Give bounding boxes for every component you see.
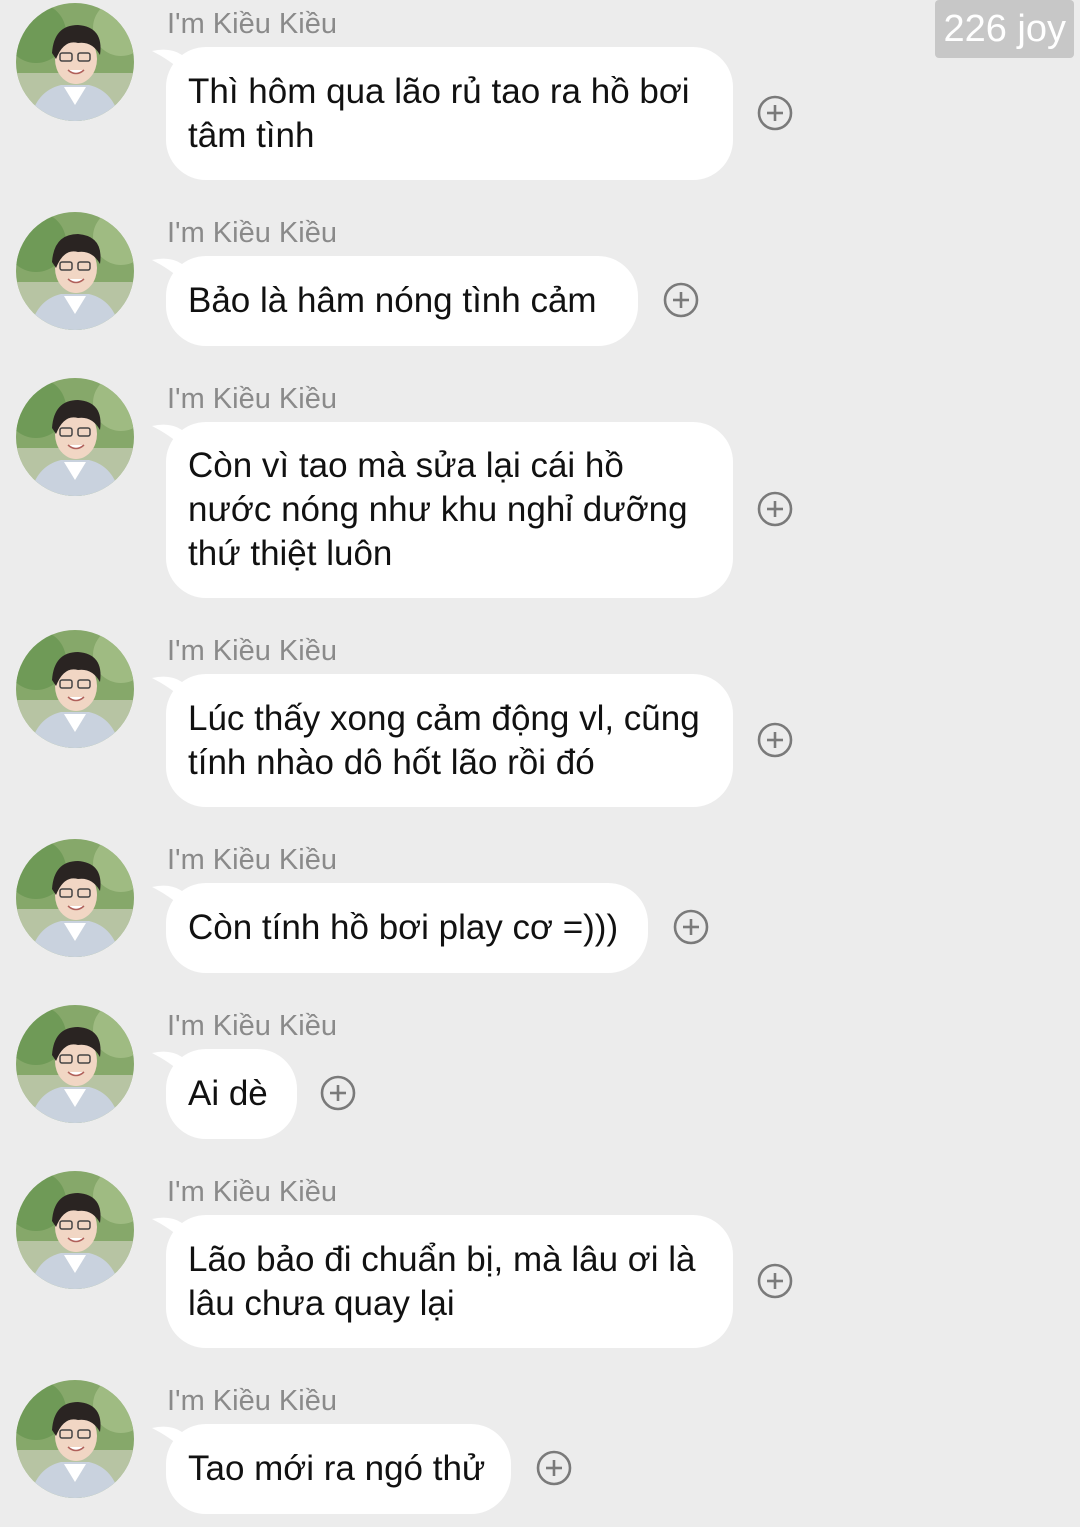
message-text: Bảo là hâm nóng tình cảm: [188, 281, 597, 320]
plus-circle-icon[interactable]: [663, 282, 699, 318]
message-bubble[interactable]: Bảo là hâm nóng tình cảm: [152, 256, 638, 346]
plus-circle-icon[interactable]: [757, 491, 793, 527]
plus-circle-icon[interactable]: [757, 722, 793, 758]
message-bubble[interactable]: Còn tính hồ bơi play cơ =))): [152, 883, 648, 973]
avatar[interactable]: [16, 839, 134, 957]
message-bubble[interactable]: Tao mới ra ngó thử: [152, 1424, 511, 1514]
message-text: Còn vì tao mà sửa lại cái hồ nước nóng n…: [188, 446, 688, 573]
avatar[interactable]: [16, 630, 134, 748]
message-bubble[interactable]: Lúc thấy xong cảm động vl, cũng tính nhà…: [152, 674, 733, 807]
sender-name: I'm Kiều Kiều: [167, 1010, 337, 1042]
message-text: Lão bảo đi chuẩn bị, mà lâu ơi là lâu ch…: [188, 1239, 696, 1323]
message-text: Tao mới ra ngó thử: [188, 1449, 486, 1488]
sender-name: I'm Kiều Kiều: [167, 8, 337, 40]
avatar[interactable]: [16, 212, 134, 330]
message-bubble[interactable]: Lão bảo đi chuẩn bị, mà lâu ơi là lâu ch…: [152, 1215, 733, 1348]
message-bubble[interactable]: Còn vì tao mà sửa lại cái hồ nước nóng n…: [152, 422, 733, 598]
avatar[interactable]: [16, 1380, 134, 1498]
avatar[interactable]: [16, 3, 134, 121]
sender-name: I'm Kiều Kiều: [167, 1176, 337, 1208]
avatar[interactable]: [16, 1171, 134, 1289]
message-text: Thì hôm qua lão rủ tao ra hồ bơi tâm tìn…: [188, 71, 690, 155]
sender-name: I'm Kiều Kiều: [167, 635, 337, 667]
plus-circle-icon[interactable]: [757, 95, 793, 131]
sender-name: I'm Kiều Kiều: [167, 383, 337, 415]
watermark-label: 226 joy: [935, 0, 1074, 58]
avatar[interactable]: [16, 1005, 134, 1123]
message-text: Còn tính hồ bơi play cơ =))): [188, 908, 619, 947]
plus-circle-icon[interactable]: [536, 1450, 572, 1486]
plus-circle-icon[interactable]: [673, 909, 709, 945]
plus-circle-icon[interactable]: [320, 1075, 356, 1111]
message-text: Ai dè: [188, 1074, 268, 1113]
sender-name: I'm Kiều Kiều: [167, 217, 337, 249]
message-bubble[interactable]: Thì hôm qua lão rủ tao ra hồ bơi tâm tìn…: [152, 47, 733, 180]
message-text: Lúc thấy xong cảm động vl, cũng tính nhà…: [188, 698, 700, 782]
sender-name: I'm Kiều Kiều: [167, 844, 337, 876]
avatar[interactable]: [16, 378, 134, 496]
plus-circle-icon[interactable]: [757, 1263, 793, 1299]
sender-name: I'm Kiều Kiều: [167, 1385, 337, 1417]
message-bubble[interactable]: Ai dè: [152, 1049, 297, 1139]
